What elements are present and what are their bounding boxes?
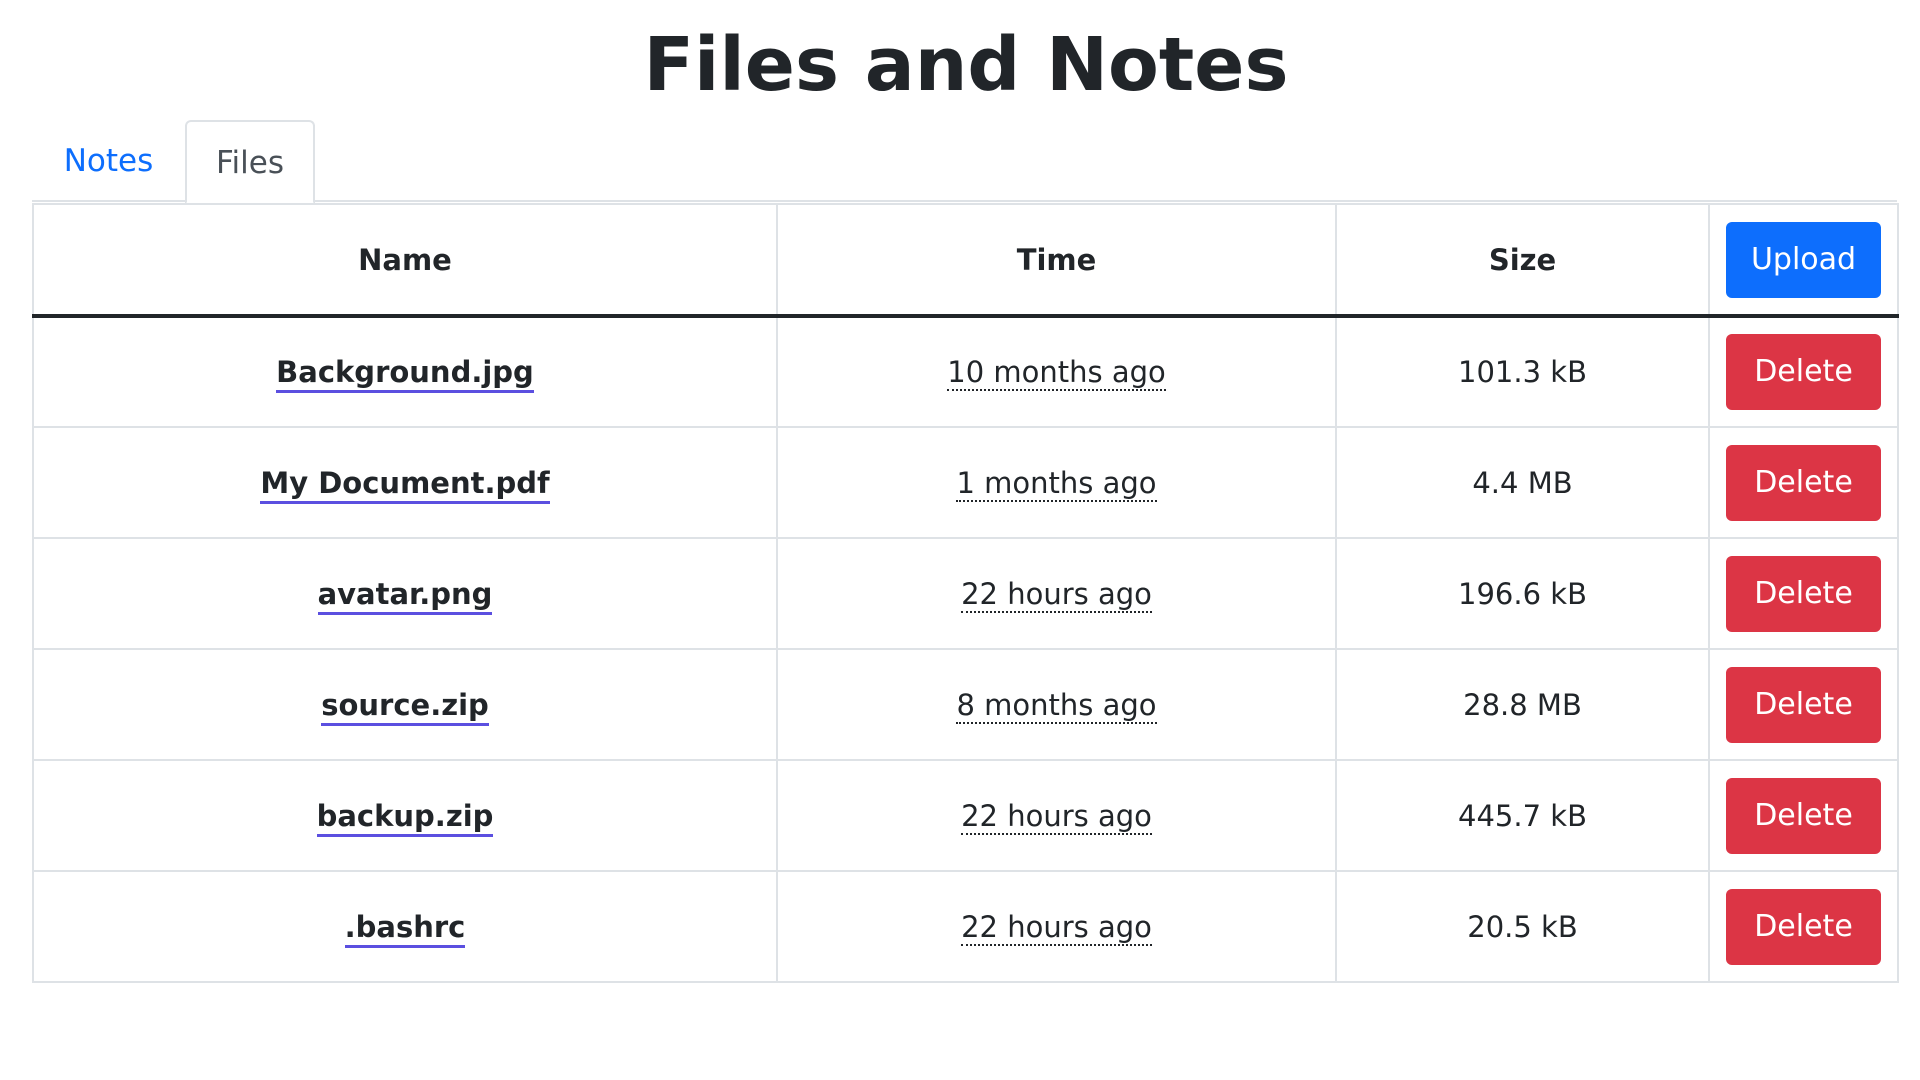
delete-button[interactable]: Delete — [1726, 444, 1881, 521]
file-name-cell: .bashrc — [32, 870, 778, 983]
upload-button[interactable]: Upload — [1726, 221, 1881, 298]
file-time: 1 months ago — [956, 465, 1157, 502]
file-link[interactable]: .bashrc — [344, 909, 466, 948]
file-size: 28.8 MB — [1335, 648, 1710, 761]
table-row: Background.jpg 10 months ago 101.3 kB De… — [32, 315, 1899, 428]
file-link[interactable]: source.zip — [321, 687, 489, 726]
table-body: Background.jpg 10 months ago 101.3 kB De… — [32, 315, 1899, 983]
files-table: Name Time Size Upload Background.jpg 10 … — [32, 203, 1899, 983]
file-time-cell: 8 months ago — [776, 648, 1337, 761]
file-name-cell: backup.zip — [32, 759, 778, 872]
table-row: My Document.pdf 1 months ago 4.4 MB Dele… — [32, 426, 1899, 539]
file-time-cell: 22 hours ago — [776, 537, 1337, 650]
delete-button[interactable]: Delete — [1726, 777, 1881, 854]
file-actions-cell: Delete — [1708, 426, 1899, 539]
file-name-cell: My Document.pdf — [32, 426, 778, 539]
page: Files and Notes Notes Files Name Time Si… — [0, 0, 1920, 1080]
file-name-cell: avatar.png — [32, 537, 778, 650]
file-actions-cell: Delete — [1708, 315, 1899, 428]
file-actions-cell: Delete — [1708, 648, 1899, 761]
table-row: .bashrc 22 hours ago 20.5 kB Delete — [32, 870, 1899, 983]
file-size: 4.4 MB — [1335, 426, 1710, 539]
file-time: 22 hours ago — [961, 576, 1152, 613]
file-actions-cell: Delete — [1708, 537, 1899, 650]
file-link[interactable]: backup.zip — [316, 798, 494, 837]
file-time-cell: 10 months ago — [776, 315, 1337, 428]
table-row: source.zip 8 months ago 28.8 MB Delete — [32, 648, 1899, 761]
delete-button[interactable]: Delete — [1726, 666, 1881, 743]
file-time: 22 hours ago — [961, 798, 1152, 835]
table-row: backup.zip 22 hours ago 445.7 kB Delete — [32, 759, 1899, 872]
file-link[interactable]: Background.jpg — [276, 355, 534, 393]
tab-files[interactable]: Files — [185, 120, 315, 204]
file-name-cell: source.zip — [32, 648, 778, 761]
table-row: avatar.png 22 hours ago 196.6 kB Delete — [32, 537, 1899, 650]
file-time-cell: 1 months ago — [776, 426, 1337, 539]
file-actions-cell: Delete — [1708, 870, 1899, 983]
file-size: 101.3 kB — [1335, 315, 1710, 428]
file-link[interactable]: avatar.png — [317, 576, 493, 615]
file-size: 445.7 kB — [1335, 759, 1710, 872]
tab-notes[interactable]: Notes — [32, 120, 185, 202]
file-link[interactable]: My Document.pdf — [260, 465, 550, 504]
header-time: Time — [776, 203, 1337, 318]
header-row: Name Time Size Upload — [32, 203, 1899, 318]
file-name-cell: Background.jpg — [32, 315, 778, 428]
page-title: Files and Notes — [643, 22, 1289, 108]
file-time: 22 hours ago — [961, 909, 1152, 946]
files-table-container: Name Time Size Upload Background.jpg 10 … — [32, 203, 1899, 983]
file-time-cell: 22 hours ago — [776, 759, 1337, 872]
file-size: 20.5 kB — [1335, 870, 1710, 983]
file-time: 10 months ago — [947, 355, 1166, 391]
delete-button[interactable]: Delete — [1726, 555, 1881, 632]
tab-bar: Notes Files — [32, 120, 1897, 204]
file-actions-cell: Delete — [1708, 759, 1899, 872]
file-size: 196.6 kB — [1335, 537, 1710, 650]
table-header: Name Time Size Upload — [32, 203, 1899, 318]
file-time-cell: 22 hours ago — [776, 870, 1337, 983]
header-name: Name — [32, 203, 778, 318]
header-size: Size — [1335, 203, 1710, 318]
delete-button[interactable]: Delete — [1726, 888, 1881, 965]
delete-button[interactable]: Delete — [1726, 334, 1881, 410]
file-time: 8 months ago — [956, 687, 1157, 724]
header-actions: Upload — [1708, 203, 1899, 318]
